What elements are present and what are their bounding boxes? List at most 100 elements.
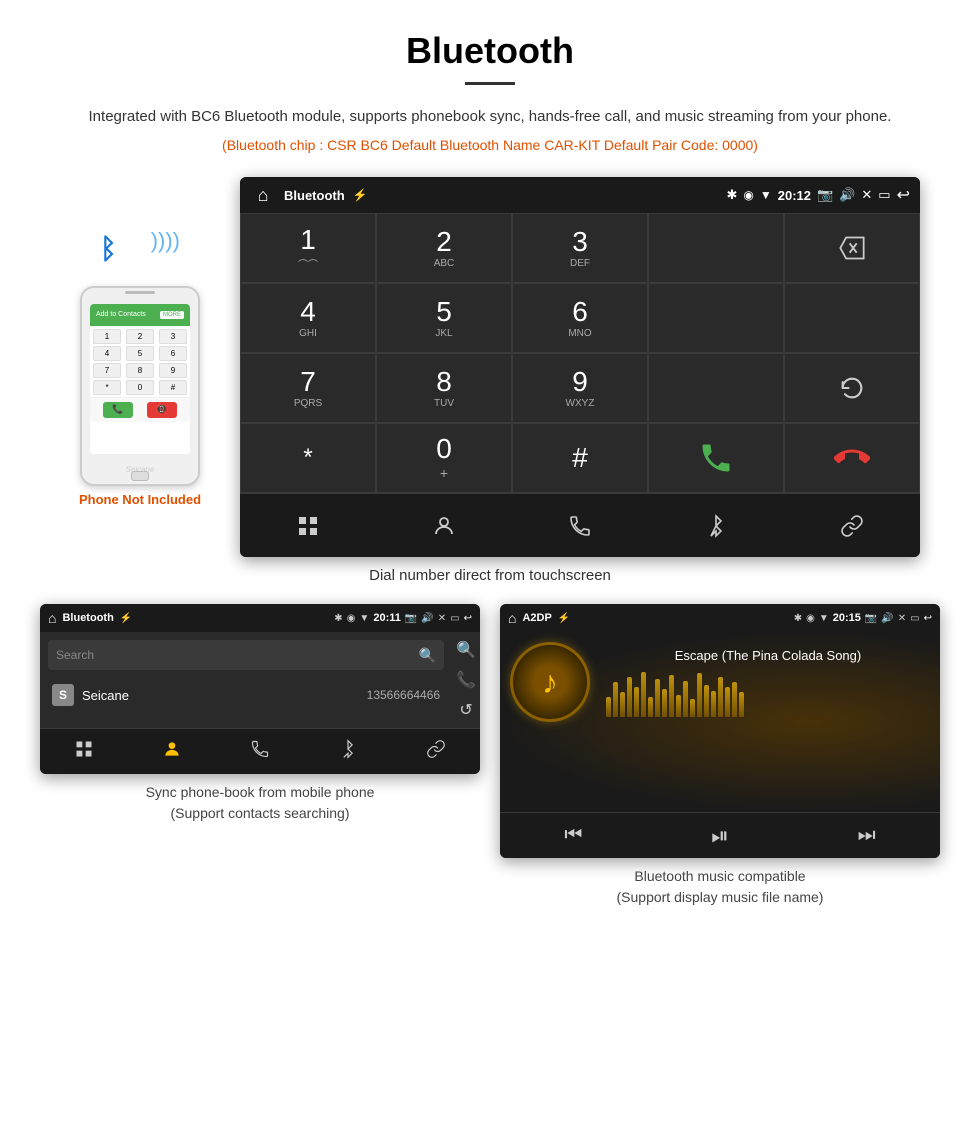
pb-right-search-icon[interactable]: 🔍	[456, 640, 476, 660]
dial-backspace-btn[interactable]	[784, 213, 920, 283]
pb-bottom-nav	[40, 728, 480, 774]
viz-bar	[711, 691, 716, 717]
pb-contact-number: 13566664466	[367, 688, 440, 702]
dial-key-hash[interactable]: #	[512, 423, 648, 493]
pb-contact-letter: S	[52, 684, 74, 706]
viz-bar	[739, 692, 744, 717]
dial-key-4[interactable]: 4 GHI	[240, 283, 376, 353]
dial-key-3[interactable]: 3 DEF	[512, 213, 648, 283]
phonebook-screen: ⌂ Bluetooth ⚡ ✱ ◉ ▼ 20:11 📷 🔊 ✕ ▭ ↩	[40, 604, 480, 774]
music-back-icon[interactable]: ↩	[924, 613, 932, 624]
music-loc-icon: ◉	[806, 613, 815, 624]
music-screen-wrap: ⌂ A2DP ⚡ ✱ ◉ ▼ 20:15 📷 🔊 ✕ ▭ ↩	[500, 604, 940, 908]
home-icon[interactable]: ⌂	[250, 182, 276, 208]
pb-search-icon: 🔍	[419, 647, 436, 664]
back-icon[interactable]: ↩	[897, 185, 910, 205]
dial-key-0[interactable]: 0 +	[376, 423, 512, 493]
car-status-bar: ⌂ Bluetooth ⚡ ✱ ◉ ▼ 20:12 📷 🔊 ✕ ▭ ↩	[240, 177, 920, 213]
status-right: ✱ ◉ ▼ 20:12 📷 🔊 ✕ ▭ ↩	[726, 185, 910, 205]
pb-contact-row[interactable]: S Seicane 13566664466	[48, 678, 444, 712]
dial-call-btn[interactable]	[648, 423, 784, 493]
viz-bar	[669, 675, 674, 717]
dialpad-bottom-nav	[240, 493, 920, 557]
nav-contacts-icon[interactable]	[419, 501, 469, 551]
phone-image: Add to Contacts MORE 1 2 3 4 5	[80, 286, 200, 486]
dial-key-9[interactable]: 9 WXYZ	[512, 353, 648, 423]
play-pause-btn[interactable]: ⏯	[711, 823, 729, 849]
status-left: ⌂ Bluetooth ⚡	[250, 182, 368, 208]
dial-key-7[interactable]: 7 PQRS	[240, 353, 376, 423]
viz-bar	[683, 681, 688, 717]
music-home-icon[interactable]: ⌂	[508, 610, 516, 626]
pb-nav-grid[interactable]	[74, 739, 94, 764]
nav-grid-icon[interactable]	[283, 501, 333, 551]
dial-refresh-btn[interactable]	[784, 353, 920, 423]
pb-search-placeholder: Search	[56, 648, 94, 662]
viz-bar	[725, 687, 730, 717]
bottom-screens: ⌂ Bluetooth ⚡ ✱ ◉ ▼ 20:11 📷 🔊 ✕ ▭ ↩	[40, 604, 940, 908]
nav-link-icon[interactable]	[827, 501, 877, 551]
page-wrapper: Bluetooth Integrated with BC6 Bluetooth …	[0, 0, 980, 960]
dial-key-star[interactable]: *	[240, 423, 376, 493]
dial-key-8[interactable]: 8 TUV	[376, 353, 512, 423]
pb-status-bar: ⌂ Bluetooth ⚡ ✱ ◉ ▼ 20:11 📷 🔊 ✕ ▭ ↩	[40, 604, 480, 632]
pb-right-refresh-icon[interactable]: ↺	[459, 700, 472, 720]
bluetooth-icon: ᛒ	[100, 233, 117, 265]
usb-icon: ⚡	[353, 188, 368, 202]
dial-empty-2	[648, 283, 784, 353]
prev-btn[interactable]: ⏮	[564, 824, 582, 847]
music-status-right: ✱ ◉ ▼ 20:15 📷 🔊 ✕ ▭ ↩	[794, 612, 932, 624]
pb-nav-link[interactable]	[426, 739, 446, 764]
music-time: 20:15	[833, 612, 861, 624]
nav-bt-icon[interactable]	[691, 501, 741, 551]
pb-nav-bt[interactable]	[338, 739, 358, 764]
page-specs: (Bluetooth chip : CSR BC6 Default Blueto…	[40, 137, 940, 153]
next-btn[interactable]: ⏭	[858, 824, 876, 847]
music-vol-icon: 🔊	[881, 613, 893, 624]
dial-key-6[interactable]: 6 MNO	[512, 283, 648, 353]
pb-back-icon[interactable]: ↩	[464, 613, 472, 624]
pb-home-icon[interactable]: ⌂	[48, 610, 56, 626]
pb-vol-icon: 🔊	[421, 613, 433, 624]
music-content: ♪ Escape (The Pina Colada Song)	[500, 632, 940, 812]
phone-aside: ᛒ )))) Add to Contacts MORE 1	[60, 228, 220, 507]
viz-bar	[718, 677, 723, 717]
pb-search-bar[interactable]: Search 🔍	[48, 640, 444, 670]
viz-bar	[690, 699, 695, 717]
music-app-title: A2DP	[522, 612, 551, 624]
viz-bar	[641, 672, 646, 717]
pb-right-phone-icon[interactable]: 📞	[456, 670, 476, 690]
music-title: Escape (The Pina Colada Song)	[606, 648, 930, 663]
music-wifi-icon: ▼	[819, 613, 829, 624]
viz-bar	[648, 697, 653, 717]
dial-empty-4	[648, 353, 784, 423]
pb-status-left: ⌂ Bluetooth ⚡	[48, 610, 132, 626]
music-bt-icon: ✱	[794, 613, 802, 624]
dial-key-1[interactable]: 1 ⌒⌒	[240, 213, 376, 283]
music-win-icon: ▭	[910, 613, 919, 624]
pb-wifi-icon: ▼	[359, 613, 369, 624]
pb-status-right: ✱ ◉ ▼ 20:11 📷 🔊 ✕ ▭ ↩	[334, 612, 472, 624]
viz-bar	[620, 692, 625, 717]
pb-loc-icon: ◉	[347, 613, 356, 624]
window-icon: ▭	[878, 187, 890, 203]
dial-hangup-btn[interactable]	[784, 423, 920, 493]
dial-key-2[interactable]: 2 ABC	[376, 213, 512, 283]
pb-usb-icon: ⚡	[120, 613, 132, 624]
album-art: ♪	[510, 642, 590, 722]
main-screen-area: ᛒ )))) Add to Contacts MORE 1	[40, 177, 940, 557]
music-status-left: ⌂ A2DP ⚡	[508, 610, 570, 626]
main-car-screen: ⌂ Bluetooth ⚡ ✱ ◉ ▼ 20:12 📷 🔊 ✕ ▭ ↩	[240, 177, 920, 557]
phonebook-caption: Sync phone-book from mobile phone(Suppor…	[40, 782, 480, 824]
music-status-bar: ⌂ A2DP ⚡ ✱ ◉ ▼ 20:15 📷 🔊 ✕ ▭ ↩	[500, 604, 940, 632]
pb-nav-user[interactable]	[162, 739, 182, 764]
dial-empty-1	[648, 213, 784, 283]
pb-nav-phone[interactable]	[250, 739, 270, 764]
nav-phone-icon[interactable]	[555, 501, 605, 551]
volume-icon: 🔊	[839, 187, 855, 203]
viz-bar	[732, 682, 737, 717]
music-controls: ⏮ ⏯ ⏭	[500, 812, 940, 858]
bluetooth-app-title: Bluetooth	[284, 188, 345, 203]
dial-key-5[interactable]: 5 JKL	[376, 283, 512, 353]
viz-bar	[704, 685, 709, 717]
